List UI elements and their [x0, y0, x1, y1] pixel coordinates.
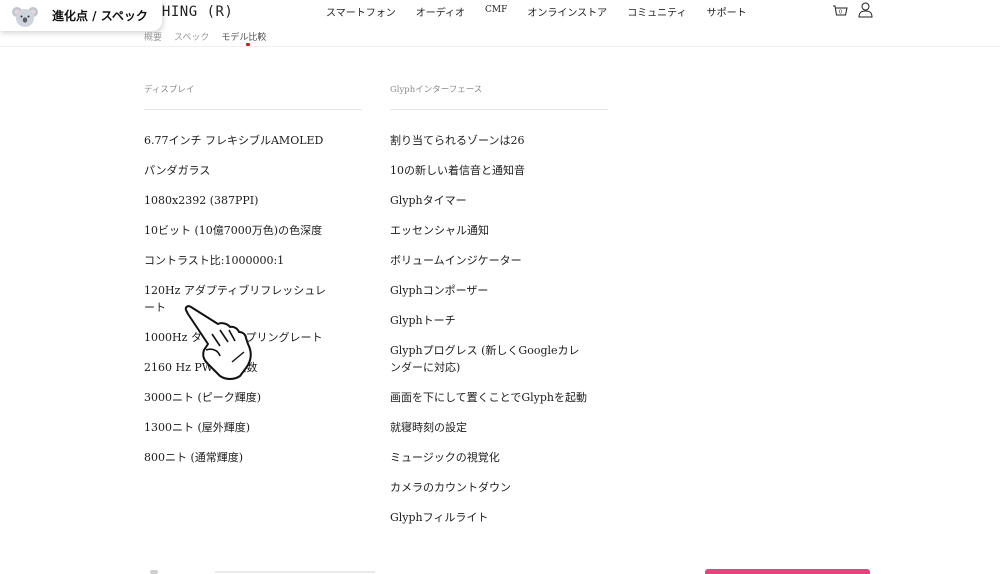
spec-item: ミュージックの視覚化	[390, 451, 500, 464]
pointing-hand-icon	[184, 305, 252, 380]
spec-item: ボリュームインジケーター	[390, 254, 522, 267]
spec-item: コントラスト比:1000000:1	[144, 254, 285, 267]
spec-item: パンダガラス	[144, 164, 211, 177]
main-nav: スマートフォン オーディオ CMF オンラインストア コミュニティ サポート	[326, 4, 767, 19]
scroll-indicator	[150, 570, 158, 574]
buy-button-partial[interactable]	[705, 569, 870, 574]
spec-item: Glyphプログレス (新しくGoogleカレンダーに対応)	[390, 344, 580, 374]
spec-item: 6.77インチ フレキシブルAMOLED	[144, 134, 324, 147]
spec-item: 1080x2392 (387PPI)	[144, 194, 259, 207]
nav-item-online-store[interactable]: オンラインストア	[527, 4, 607, 19]
nav-item-audio[interactable]: オーディオ	[416, 4, 465, 19]
glyph-heading: Glyphインターフェース	[390, 85, 483, 95]
subnav-model-compare[interactable]: モデル比較	[221, 30, 266, 43]
spec-item: 3000ニト (ピーク輝度)	[144, 391, 262, 404]
glyph-divider	[390, 109, 608, 110]
cart-icon[interactable]: 0	[832, 2, 848, 18]
display-heading: ディスプレイ	[144, 85, 195, 95]
nav-item-community[interactable]: コミュニティ	[627, 4, 686, 19]
nav-item-smartphone[interactable]: スマートフォン	[326, 4, 396, 19]
subnav-specs[interactable]: スペック	[174, 30, 209, 43]
nav-item-cmf[interactable]: CMF	[485, 5, 507, 19]
cart-count: 0	[839, 10, 842, 16]
spec-item: Glyphタイマー	[390, 194, 467, 207]
display-spec-list: 6.77インチ フレキシブルAMOLED パンダガラス 1080x2392 (3…	[144, 132, 364, 466]
nav-item-support[interactable]: サポート	[707, 4, 747, 19]
spec-item: Glyphコンポーザー	[390, 284, 489, 297]
spec-item: 10ビット (10億7000万色)の色深度	[144, 224, 323, 237]
spec-item: 割り当てられるゾーンは26	[390, 134, 525, 147]
spec-item: 1300ニト (屋外輝度)	[144, 421, 251, 434]
spec-item: Glyphフィルライト	[390, 511, 489, 524]
glyph-spec-list: 割り当てられるゾーンは26 10の新しい着信音と通知音 Glyphタイマー エッ…	[390, 132, 610, 526]
bottom-divider	[215, 571, 375, 573]
subnav-overview[interactable]: 概要	[144, 30, 162, 43]
spec-item: 800ニト (通常輝度)	[144, 451, 244, 464]
spec-item: 就寝時刻の設定	[390, 421, 467, 434]
spec-item: カメラのカウントダウン	[390, 481, 511, 494]
spec-item: エッセンシャル通知	[390, 224, 489, 237]
spec-item: 10の新しい着信音と通知音	[390, 164, 525, 177]
koala-icon	[12, 7, 38, 27]
glyph-spec-column: Glyphインターフェース 割り当てられるゾーンは26 10の新しい着信音と通知…	[390, 84, 610, 539]
spec-item: Glyphトーチ	[390, 314, 456, 327]
subnav-divider	[0, 46, 1000, 47]
section-badge: 進化点 / スペック	[0, 0, 162, 31]
sub-navigation: 概要 スペック モデル比較	[144, 30, 278, 43]
user-account-icon[interactable]	[858, 2, 873, 18]
display-divider	[144, 109, 362, 110]
brand-logo[interactable]: THING (R)	[153, 4, 233, 20]
display-spec-column: ディスプレイ 6.77インチ フレキシブルAMOLED パンダガラス 1080x…	[144, 84, 364, 479]
badge-label: 進化点 / スペック	[52, 9, 148, 23]
spec-item: 画面を下にして置くことでGlyphを起動	[390, 391, 587, 404]
